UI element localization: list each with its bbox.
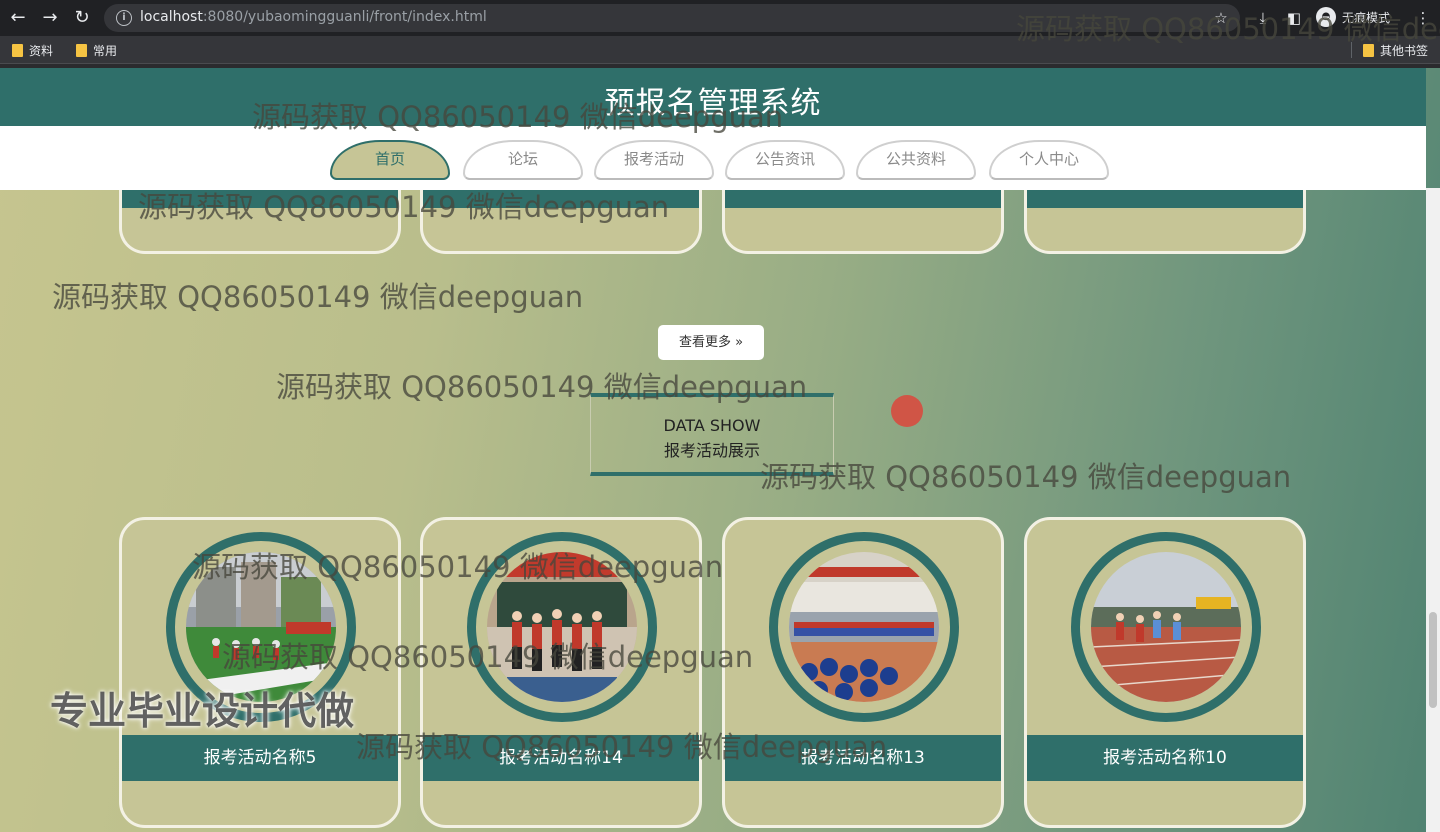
- forward-icon[interactable]: →: [38, 6, 62, 30]
- activity-card[interactable]: 报考活动名称13: [722, 517, 1004, 828]
- menu-forum[interactable]: 论坛: [463, 140, 583, 180]
- sidepanel-icon[interactable]: ◧: [1283, 7, 1305, 29]
- activity-card[interactable]: 报考活动名称5: [119, 517, 401, 828]
- menu-news[interactable]: 公告资讯: [725, 140, 845, 180]
- activity-card[interactable]: 报考活动名称10: [1024, 517, 1306, 828]
- url-text[interactable]: localhost:8080/yubaomingguanli/front/ind…: [140, 9, 487, 25]
- main-menu: 首页 论坛 报考活动 公告资讯 公共资料 个人中心: [0, 126, 1426, 190]
- section-title-en: DATA SHOW: [663, 416, 761, 435]
- watermark-text: 源码获取 QQ86050149 微信deepguan: [52, 280, 584, 314]
- back-icon[interactable]: ←: [6, 6, 30, 30]
- page-scrollbar[interactable]: [1426, 188, 1440, 832]
- folder-icon: [76, 44, 87, 57]
- bookmarks-bar: 资料 常用 其他书签: [0, 36, 1440, 64]
- card-label: 报考活动名称13: [725, 735, 1001, 781]
- card-partial-3[interactable]: [722, 180, 1004, 254]
- card-label: 报考活动名称5: [122, 735, 398, 781]
- profile-button[interactable]: ◓ 无痕模式: [1316, 7, 1390, 27]
- section-title-zh: 报考活动展示: [663, 441, 760, 460]
- profile-label: 无痕模式: [1342, 10, 1391, 25]
- watermark-text: 源码获取 QQ86050149 微信deepguan: [760, 460, 1292, 494]
- menu-personal-center[interactable]: 个人中心: [989, 140, 1109, 180]
- bookmark-folder-2[interactable]: 常用: [76, 42, 117, 59]
- photo-ring: [769, 532, 959, 722]
- menu-home[interactable]: 首页: [330, 140, 450, 180]
- cursor-highlight: [891, 395, 923, 427]
- folder-icon: [12, 44, 23, 57]
- site-title: 预报名管理系统: [604, 86, 822, 121]
- info-icon[interactable]: i: [116, 10, 132, 26]
- reload-icon[interactable]: ↻: [70, 6, 94, 30]
- activity-card[interactable]: 报考活动名称14: [420, 517, 702, 828]
- watermark-big-text: 专业毕业设计代做: [50, 689, 355, 733]
- folder-icon: [1363, 44, 1374, 57]
- section-heading: DATA SHOW 报考活动展示: [590, 393, 834, 476]
- card-partial-2[interactable]: [420, 180, 702, 254]
- photo-ring: [467, 532, 657, 722]
- site-header: 预报名管理系统: [0, 68, 1426, 126]
- card-partial-1[interactable]: [119, 180, 401, 254]
- photo-ring: [1071, 532, 1261, 722]
- card-label: 报考活动名称10: [1027, 735, 1303, 781]
- bookmark-folder-1[interactable]: 资料: [12, 42, 53, 59]
- incognito-icon: ◓: [1316, 7, 1336, 27]
- running-track-photo[interactable]: [1091, 552, 1241, 702]
- menu-exam-activity[interactable]: 报考活动: [594, 140, 714, 180]
- page-viewport: 预报名管理系统 首页 论坛 报考活动 公告资讯 公共资料 个人中心 查看更多 »…: [0, 68, 1440, 832]
- gym-performance-photo[interactable]: [789, 552, 939, 702]
- bookmark-separator: [1351, 42, 1352, 58]
- star-icon[interactable]: ☆: [1210, 7, 1232, 29]
- address-bar[interactable]: i localhost:8080/yubaomingguanli/front/i…: [104, 4, 1240, 32]
- menu-public-docs[interactable]: 公共资料: [856, 140, 976, 180]
- view-more-button[interactable]: 查看更多 »: [658, 325, 764, 360]
- card-label: 报考活动名称14: [423, 735, 699, 781]
- other-bookmarks[interactable]: 其他书签: [1363, 42, 1428, 59]
- browser-toolbar: ← → ↻ i localhost:8080/yubaomingguanli/f…: [0, 0, 1440, 36]
- card-partial-4[interactable]: [1024, 180, 1306, 254]
- menu-kebab-icon[interactable]: ⋮: [1412, 7, 1434, 29]
- classroom-dance-photo[interactable]: [487, 552, 637, 702]
- scrollbar-thumb[interactable]: [1429, 612, 1437, 708]
- download-icon[interactable]: ⤓: [1252, 7, 1274, 29]
